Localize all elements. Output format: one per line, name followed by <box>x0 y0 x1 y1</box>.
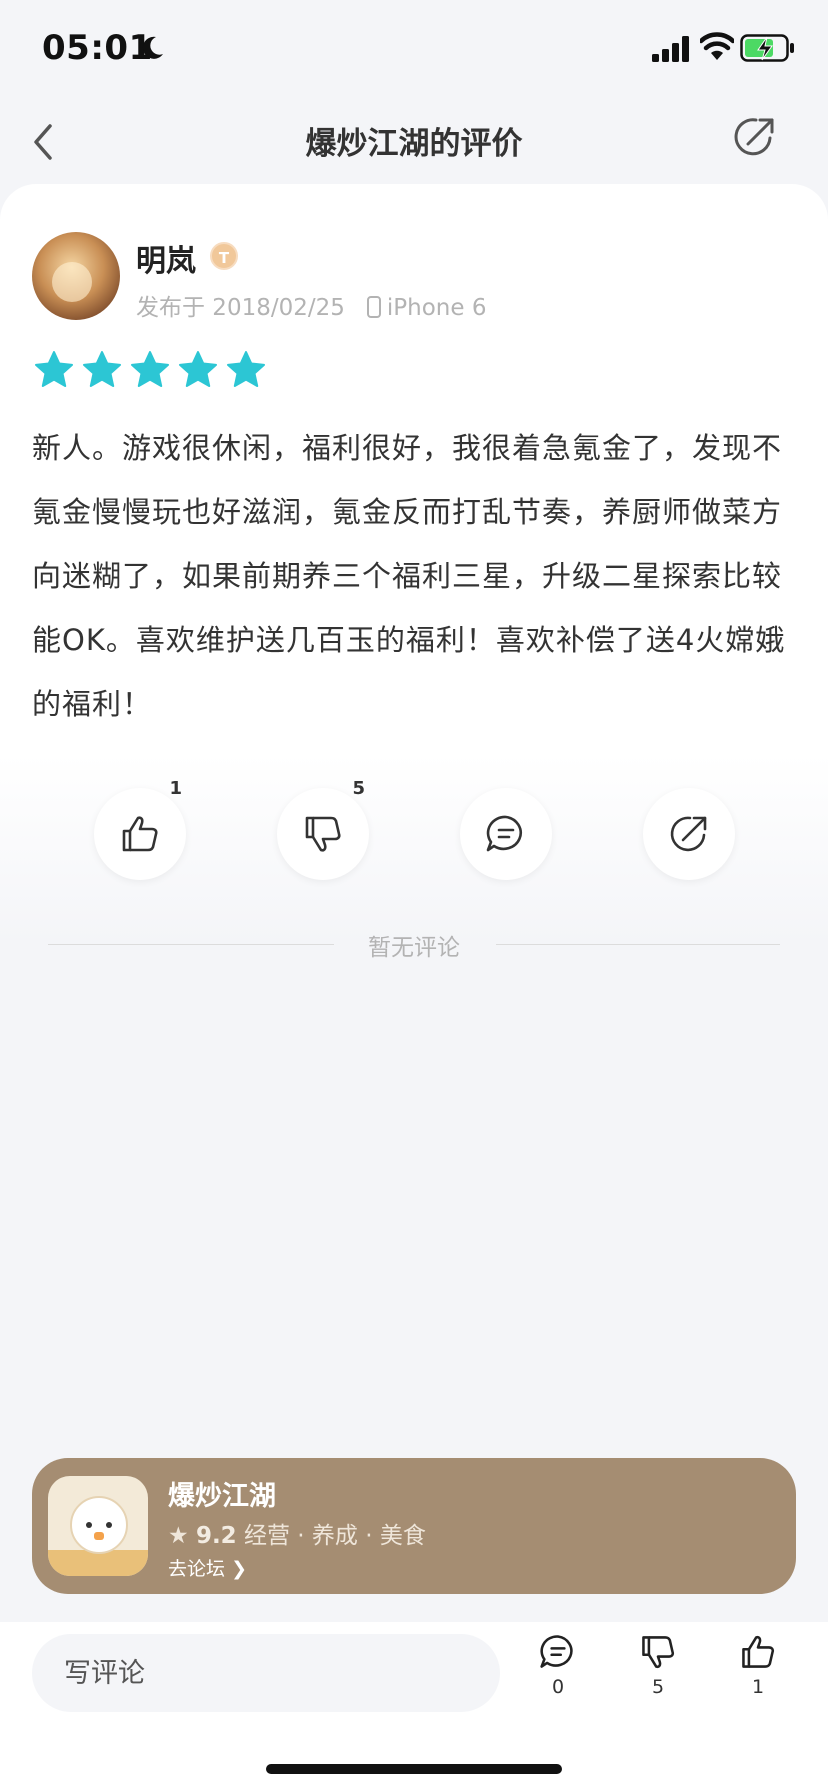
thumbs-up-icon <box>122 816 158 852</box>
wifi-icon <box>700 32 734 60</box>
bottom-comment-count: 0 <box>551 1676 565 1698</box>
forum-link-label: 去论坛 <box>168 1558 226 1580</box>
device-name: iPhone 6 <box>386 295 487 321</box>
status-bar: 05:01 <box>0 0 828 100</box>
page-title: 爆炒江湖的评价 <box>305 126 523 162</box>
post-meta: 发布于 2018/02/25 iPhone 6 <box>136 288 486 322</box>
like-count: 1 <box>169 778 182 799</box>
user-name[interactable]: 明岚 <box>136 236 196 280</box>
review-actions: 1 5 <box>0 778 828 888</box>
forum-link[interactable]: 去论坛 ❯ <box>168 1554 247 1581</box>
share-button[interactable] <box>643 788 735 880</box>
star-icon <box>227 351 265 387</box>
thumbs-up-icon <box>742 1635 775 1668</box>
game-tags: 经营 · 养成 · 美食 <box>244 1523 426 1549</box>
avatar[interactable] <box>32 232 120 320</box>
level-badge: T <box>210 242 238 270</box>
star-icon <box>179 351 217 387</box>
battery-charging-icon <box>740 34 794 62</box>
star-icon <box>83 351 121 387</box>
chevron-right-icon: ❯ <box>231 1558 247 1580</box>
game-app-icon[interactable] <box>48 1476 148 1576</box>
home-indicator <box>266 1764 562 1774</box>
like-button[interactable]: 1 <box>94 778 186 880</box>
bottom-like-button[interactable]: 1 <box>728 1632 788 1698</box>
thumbs-down-icon <box>305 816 341 852</box>
dislike-button[interactable]: 5 <box>277 778 369 880</box>
thumbs-down-icon <box>642 1636 675 1669</box>
dislike-count: 5 <box>352 778 365 799</box>
moon-icon <box>142 36 163 59</box>
status-time: 05:01 <box>42 28 153 68</box>
signal-icon <box>652 36 689 62</box>
rating-stars <box>34 350 266 394</box>
star-icon: ★ <box>168 1523 189 1549</box>
bottom-comment-button[interactable]: 0 <box>528 1632 588 1698</box>
star-icon <box>35 351 73 387</box>
star-icon <box>131 351 169 387</box>
no-comments-text: 暂无评论 <box>368 935 460 961</box>
game-info: ★ 9.2 经营 · 养成 · 美食 <box>168 1516 426 1550</box>
comment-button[interactable] <box>460 788 552 880</box>
game-title[interactable]: 爆炒江湖 <box>168 1474 276 1513</box>
bottom-dislike-count: 5 <box>651 1676 665 1698</box>
share-icon <box>670 816 707 852</box>
comment-bubble-icon <box>540 1635 573 1668</box>
post-date: 发布于 2018/02/25 <box>136 295 345 321</box>
review-card: 明岚 T 发布于 2018/02/25 iPhone 6 新人。游戏很休闲，福利很… <box>0 184 828 944</box>
bottom-like-count: 1 <box>751 1676 765 1698</box>
bottom-dislike-button[interactable]: 5 <box>628 1632 688 1698</box>
review-text: 新人。游戏很休闲，福利很好，我很着急氪金了，发现不氪金慢慢玩也好滋润，氪金反而打… <box>32 431 786 721</box>
comment-input[interactable] <box>32 1634 500 1712</box>
nav-header: 爆炒江湖的评价 <box>0 100 828 184</box>
phone-icon <box>366 296 381 318</box>
comment-bubble-icon <box>486 815 522 852</box>
share-icon[interactable] <box>732 114 778 160</box>
game-score: 9.2 <box>195 1523 237 1549</box>
game-banner[interactable]: 爆炒江湖 ★ 9.2 经营 · 养成 · 美食 去论坛 ❯ <box>32 1458 796 1594</box>
